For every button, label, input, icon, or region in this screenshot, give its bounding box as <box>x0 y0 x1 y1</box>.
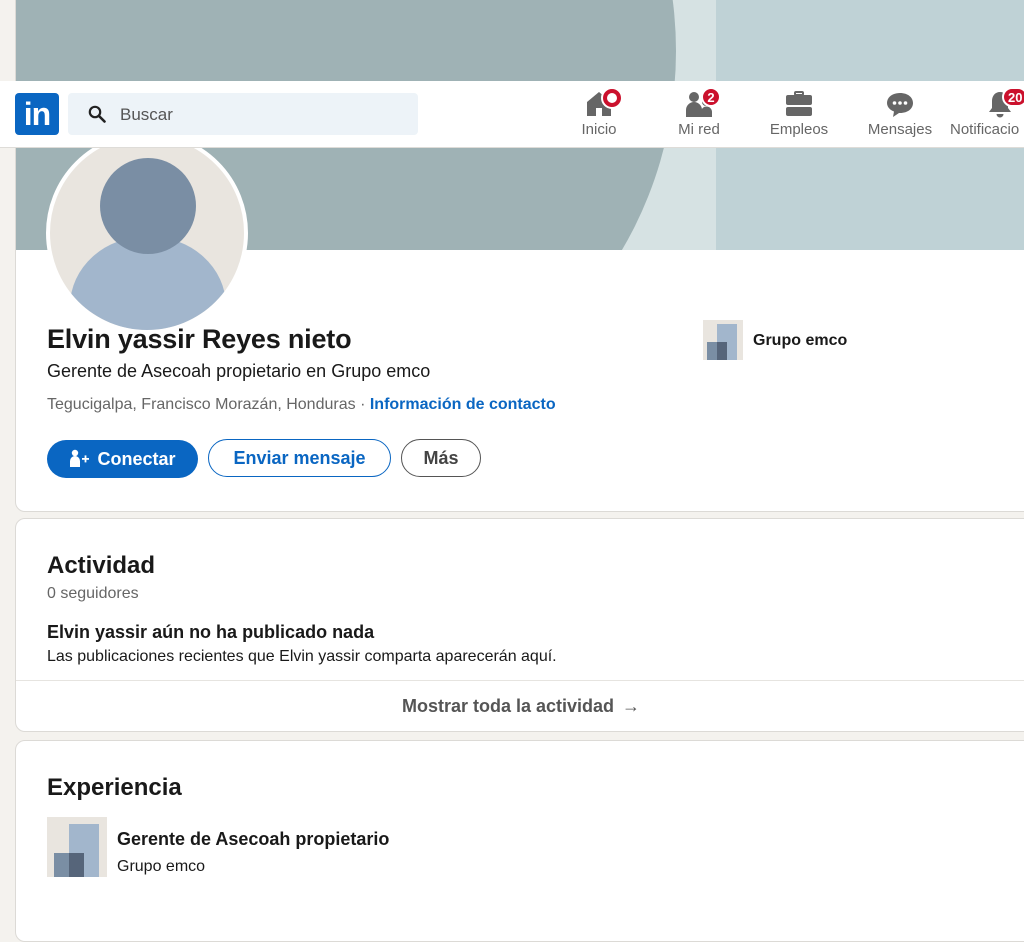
experience-title: Experiencia <box>47 774 182 801</box>
company-logo-icon[interactable] <box>703 320 743 360</box>
experience-company[interactable]: Grupo emco <box>117 858 205 876</box>
top-navbar: in Inicio 2 Mi red Empleo <box>0 81 1024 148</box>
nav-home[interactable]: Inicio <box>549 87 649 141</box>
search-input[interactable] <box>118 93 412 137</box>
chat-icon <box>887 93 913 117</box>
separator: · <box>360 396 366 413</box>
profile-card: Elvin yassir Reyes nieto Gerente de Asec… <box>15 0 1024 512</box>
add-person-icon <box>70 449 90 467</box>
profile-location: Tegucigalpa, Francisco Morazán, Honduras <box>47 396 356 413</box>
send-message-label: Enviar mensaje <box>233 447 366 468</box>
experience-card: Experiencia Gerente de Asecoah propietar… <box>15 740 1024 942</box>
profile-headline: Gerente de Asecoah propietario en Grupo … <box>47 361 431 381</box>
send-message-button[interactable]: Enviar mensaje <box>208 439 391 477</box>
connect-label: Conectar <box>97 448 176 469</box>
empty-activity-description: Las publicaciones recientes que Elvin ya… <box>47 648 557 665</box>
connect-button[interactable]: Conectar <box>47 440 198 478</box>
show-all-label: Mostrar toda la actividad <box>401 695 615 716</box>
nav-jobs-label: Empleos <box>769 121 829 138</box>
nav-jobs[interactable]: Empleos <box>749 89 849 141</box>
current-company[interactable]: Grupo emco <box>753 332 847 350</box>
search-bar[interactable] <box>68 93 418 137</box>
nav-notifications-label: Notificacio <box>950 121 1020 138</box>
activity-title: Actividad <box>47 552 156 579</box>
network-badge: 2 <box>701 87 721 107</box>
experience-role: Gerente de Asecoah propietario <box>117 829 390 849</box>
activity-card: Actividad 0 seguidores Elvin yassir aún … <box>15 518 1024 732</box>
nav-home-label: Inicio <box>581 121 617 138</box>
search-icon <box>88 105 106 123</box>
notifications-badge: 20 <box>1002 87 1024 107</box>
arrow-right-icon: → <box>622 695 641 716</box>
avatar[interactable] <box>46 132 248 334</box>
avatar-head <box>100 158 196 254</box>
nav-notifications[interactable]: 20 Notificacio <box>950 87 1024 141</box>
more-label: Más <box>423 447 459 468</box>
contact-info-link[interactable]: Información de contacto <box>370 396 556 413</box>
nav-messaging-label: Mensajes <box>867 121 933 138</box>
profile-name: Elvin yassir Reyes nieto <box>47 324 352 354</box>
company-logo-icon[interactable] <box>47 817 107 877</box>
empty-activity-title: Elvin yassir aún no ha publicado nada <box>47 622 375 642</box>
nav-network[interactable]: 2 Mi red <box>649 87 749 141</box>
notification-dot <box>601 87 623 109</box>
briefcase-icon <box>786 91 812 116</box>
profile-location-line: Tegucigalpa, Francisco Morazán, Honduras… <box>47 396 556 414</box>
nav-messaging[interactable]: Mensajes <box>850 89 950 141</box>
nav-network-label: Mi red <box>678 121 720 138</box>
followers-count[interactable]: 0 seguidores <box>47 585 139 603</box>
more-button[interactable]: Más <box>401 439 481 477</box>
linkedin-logo[interactable]: in <box>15 93 59 135</box>
show-all-activity-button[interactable]: Mostrar toda la actividad → <box>16 681 1024 731</box>
